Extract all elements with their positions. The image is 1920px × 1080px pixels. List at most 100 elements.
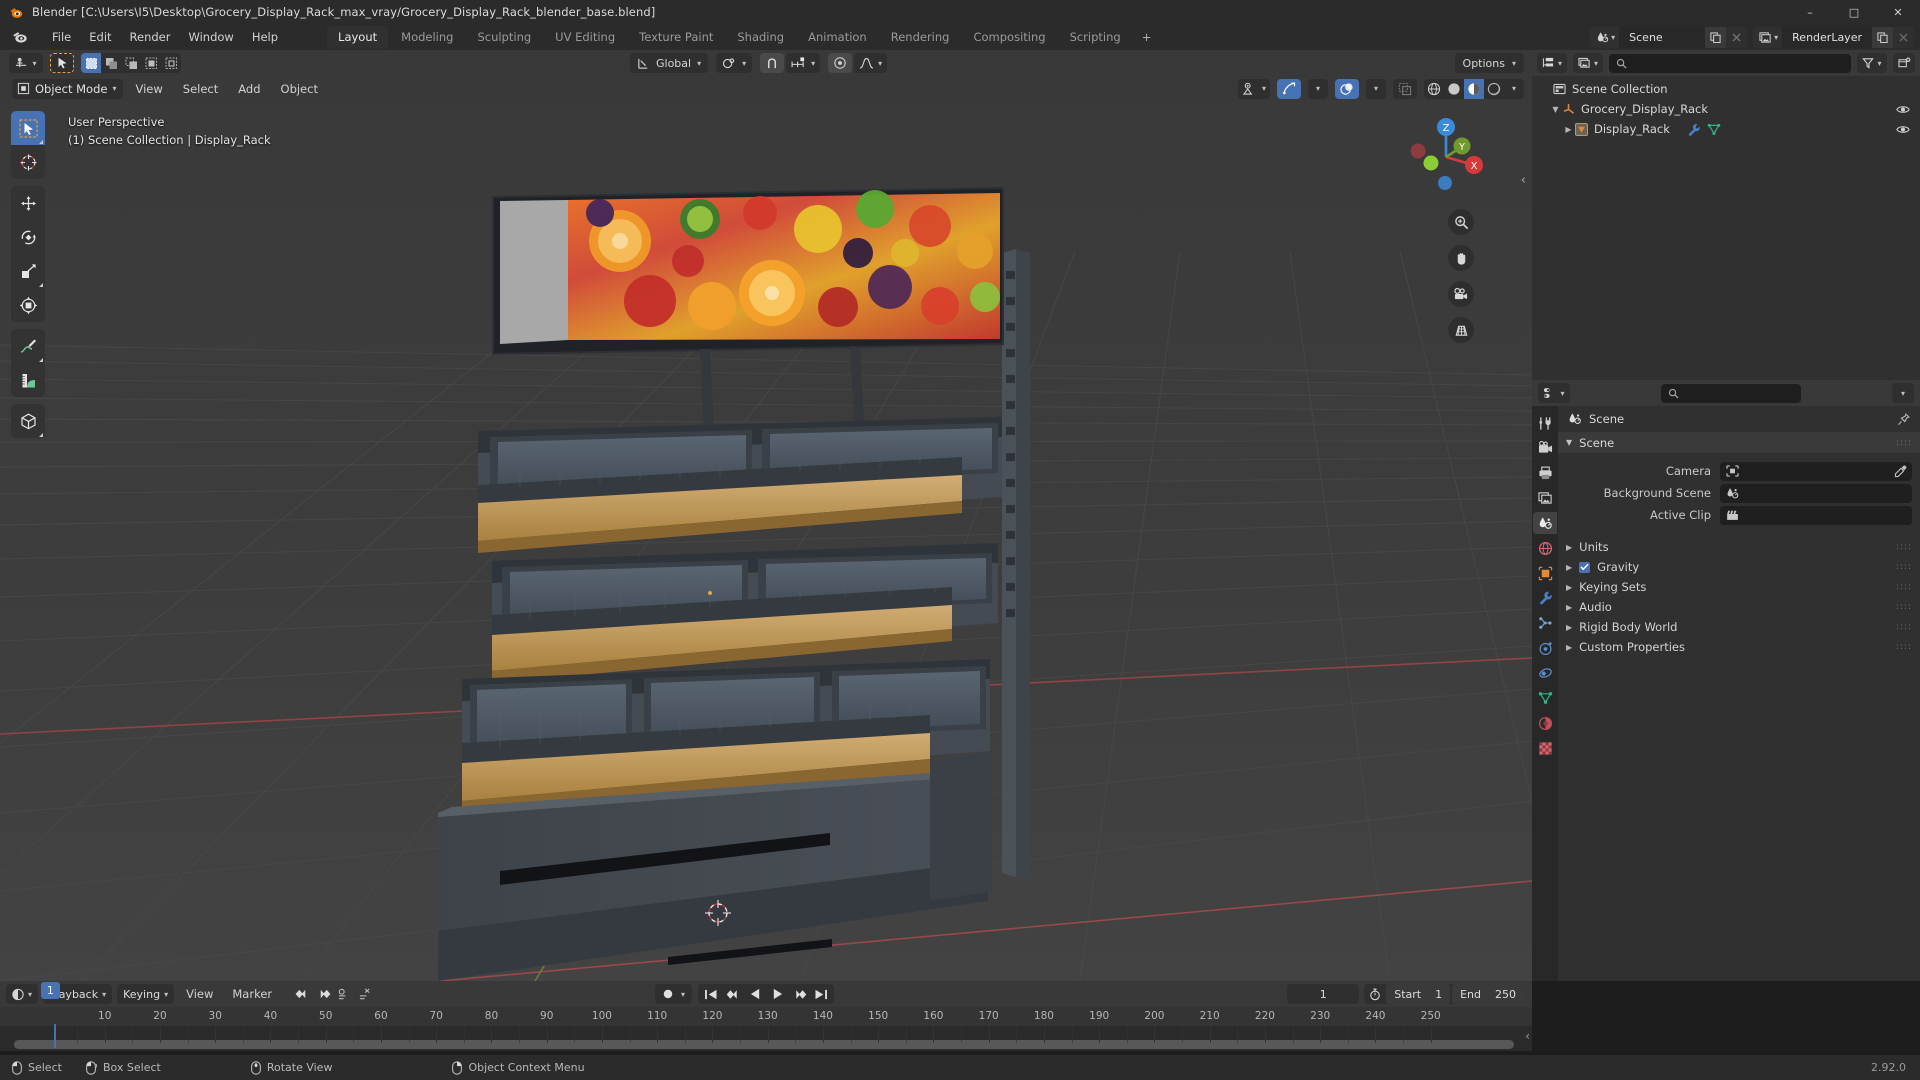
add-workspace-button[interactable]: + — [1134, 26, 1160, 48]
scale-tool[interactable] — [11, 254, 45, 288]
grid-icon[interactable] — [1448, 317, 1474, 343]
viewport-menu-view[interactable]: View — [127, 80, 170, 98]
tab-material[interactable] — [1533, 712, 1557, 734]
blender-menu-icon[interactable] — [12, 30, 29, 44]
select-extend-button[interactable] — [101, 53, 121, 73]
select-intersect-button[interactable] — [161, 53, 181, 73]
disclosure-keying-sets-icon[interactable]: ▶ — [1566, 583, 1572, 592]
options-dropdown[interactable]: Options ▾ — [1454, 53, 1524, 73]
end-frame-value[interactable]: 250 — [1495, 988, 1516, 1001]
gizmo-settings-dropdown[interactable]: ▾ — [1308, 78, 1328, 99]
solid-shading-button[interactable] — [1444, 79, 1464, 99]
delete-scene-button[interactable] — [1726, 26, 1748, 48]
tab-sculpting[interactable]: Sculpting — [466, 26, 542, 49]
disclosure-grocery-display-rack[interactable]: ▼ — [1549, 105, 1562, 114]
disclosure-rigid-body-world-icon[interactable]: ▶ — [1566, 623, 1572, 632]
tab-shading[interactable]: Shading — [726, 26, 795, 49]
timeline-body[interactable] — [0, 1026, 1532, 1051]
transform-orientation-dropdown[interactable]: Global ▾ — [630, 53, 709, 73]
tab-tool[interactable] — [1533, 412, 1557, 434]
properties-search-input[interactable] — [1661, 383, 1801, 403]
measure-tool[interactable] — [11, 363, 45, 397]
jump-prev-keyframe-button-2[interactable] — [723, 984, 743, 1004]
timeline-collapse-arrow[interactable]: ‹ — [1525, 1029, 1530, 1043]
wireframe-shading-button[interactable] — [1424, 79, 1444, 99]
disclosure-display-rack[interactable]: ▶ — [1562, 125, 1575, 134]
tab-layout[interactable]: Layout — [327, 25, 389, 49]
scene-panel-header[interactable]: ▼ Scene :::: — [1558, 432, 1920, 453]
section-rigid-body-world[interactable]: ▶ Rigid Body World :::: — [1558, 617, 1920, 637]
jump-prev-keyframe-button[interactable] — [292, 984, 312, 1004]
outliner-row-scene-collection[interactable]: Scene Collection — [1532, 79, 1920, 99]
delete-viewlayer-button[interactable] — [1893, 26, 1914, 48]
section-gravity[interactable]: ▶ Gravity :::: — [1558, 557, 1920, 577]
snap-toggle-button[interactable] — [760, 53, 785, 73]
section-audio[interactable]: ▶ Audio :::: — [1558, 597, 1920, 617]
tab-compositing[interactable]: Compositing — [962, 26, 1056, 49]
rendered-shading-button[interactable] — [1484, 79, 1504, 99]
outliner-search-input[interactable] — [1609, 53, 1851, 73]
properties-editor-type-button[interactable]: ▾ — [1538, 383, 1570, 403]
outliner-filter-button[interactable]: ▾ — [1857, 53, 1887, 73]
jump-to-start-button[interactable] — [701, 984, 721, 1004]
section-custom-properties[interactable]: ▶ Custom Properties :::: — [1558, 637, 1920, 657]
gizmo-toggle-button[interactable] — [1277, 78, 1301, 99]
visibility-eye-icon-display-rack[interactable] — [1896, 124, 1910, 135]
minimize-button[interactable]: – — [1788, 0, 1832, 24]
viewport-menu-add[interactable]: Add — [230, 80, 268, 98]
move-tool[interactable] — [11, 186, 45, 220]
timeline-playhead[interactable]: 1 — [41, 982, 60, 999]
disclosure-custom-properties-icon[interactable]: ▶ — [1566, 643, 1572, 652]
mesh-data-icon[interactable] — [1707, 123, 1721, 136]
rotate-tool[interactable] — [11, 220, 45, 254]
cursor-tool[interactable] — [11, 145, 45, 179]
background-scene-field[interactable] — [1720, 483, 1912, 503]
start-frame-value[interactable]: 1 — [1435, 988, 1442, 1001]
use-preview-range-icon[interactable] — [1369, 988, 1386, 1001]
tab-uv-editing[interactable]: UV Editing — [544, 26, 626, 49]
timeline-ruler[interactable]: 10 20 30 40 50 60 70 80 90 100 110 120 130 140 150 160 1… — [0, 1007, 1532, 1026]
timeline-menu-view[interactable]: View — [179, 985, 220, 1003]
tab-object[interactable] — [1533, 562, 1557, 584]
current-frame-field[interactable]: 1 — [1287, 984, 1360, 1004]
disclosure-units-icon[interactable]: ▶ — [1566, 543, 1572, 552]
menu-render[interactable]: Render — [121, 27, 180, 47]
close-button[interactable]: ✕ — [1876, 0, 1920, 24]
tweak-tool[interactable] — [11, 111, 45, 145]
tab-render[interactable] — [1533, 437, 1557, 459]
material-preview-button[interactable] — [1464, 78, 1484, 99]
outliner-display-mode-dropdown[interactable]: ▾ — [1573, 53, 1603, 73]
navigation-gizmo[interactable]: Z X Y — [1404, 115, 1488, 199]
editor-type-button[interactable]: ▾ — [9, 53, 43, 73]
modifier-icon[interactable] — [1687, 123, 1701, 136]
tab-physics[interactable] — [1533, 637, 1557, 659]
tab-animation[interactable]: Animation — [797, 26, 878, 49]
scene-selector[interactable]: ▾ Scene — [1590, 26, 1748, 48]
outliner-row-display-rack[interactable]: ▶ Display_Rack — [1532, 119, 1920, 139]
gravity-checkbox[interactable] — [1579, 561, 1591, 573]
snap-settings-dropdown[interactable]: ▾ — [786, 53, 821, 73]
tab-scene[interactable] — [1533, 512, 1557, 534]
tab-scripting[interactable]: Scripting — [1059, 26, 1132, 49]
visibility-dropdown[interactable]: ▾ — [1237, 78, 1270, 99]
zoom-icon[interactable] — [1448, 209, 1474, 235]
play-button[interactable] — [767, 984, 787, 1004]
camera-field[interactable] — [1720, 461, 1912, 481]
section-units[interactable]: ▶ Units :::: — [1558, 537, 1920, 557]
auto-keying-toggle[interactable]: ▾ — [655, 984, 693, 1004]
disclosure-gravity-icon[interactable]: ▶ — [1566, 563, 1572, 572]
menu-window[interactable]: Window — [179, 27, 242, 47]
new-scene-button[interactable] — [1705, 26, 1727, 48]
maximize-button[interactable]: □ — [1832, 0, 1876, 24]
interaction-mode-dropdown[interactable]: Object Mode ▾ — [12, 78, 124, 99]
jump-next-keyframe-button-2[interactable] — [789, 984, 809, 1004]
eyedropper-icon[interactable] — [1894, 465, 1907, 478]
overlays-settings-dropdown[interactable]: ▾ — [1366, 78, 1386, 99]
timeline-menu-marker[interactable]: Marker — [225, 985, 279, 1003]
falloff-dropdown[interactable]: ▾ — [854, 53, 888, 73]
play-reverse-button[interactable] — [745, 984, 765, 1004]
delete-keyframe-button[interactable] — [355, 984, 375, 1004]
overlays-toggle-button[interactable] — [1335, 78, 1359, 99]
section-keying-sets[interactable]: ▶ Keying Sets :::: — [1558, 577, 1920, 597]
select-invert-button[interactable] — [141, 53, 161, 73]
